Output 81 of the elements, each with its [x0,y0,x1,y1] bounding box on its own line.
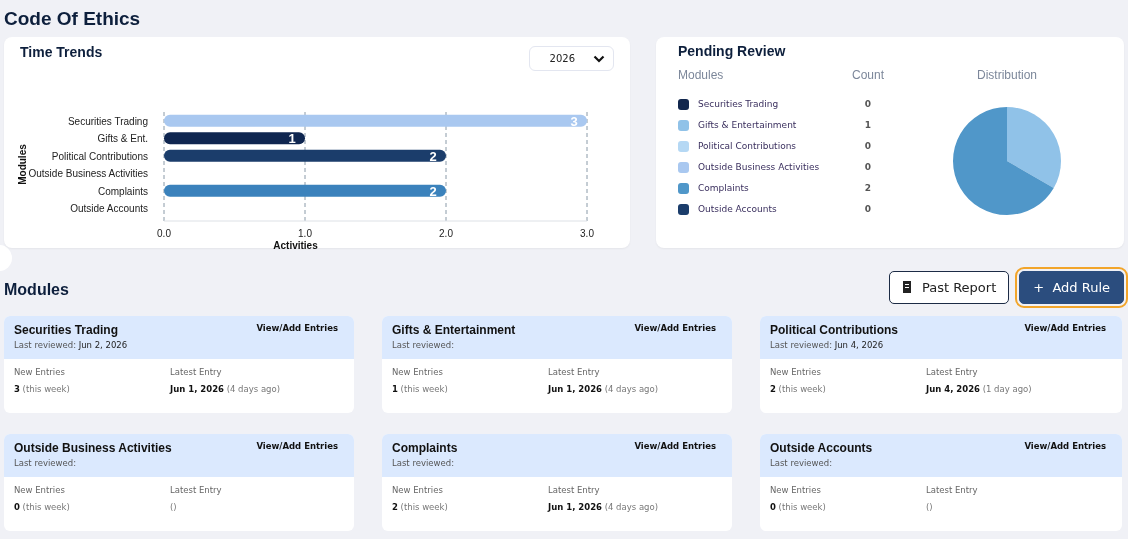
field-label: New Entries [770,367,822,377]
field-value: () [926,502,934,512]
field-label: Latest Entry [548,485,601,495]
count-value: 0 [863,161,873,174]
field-label: Latest Entry [926,485,978,495]
module-title: Outside Business Activities [14,441,172,455]
legend-label: Gifts & Entertainment [698,120,797,130]
section-title: Modules [4,280,69,299]
field-label: Latest Entry [170,485,222,495]
view-entries-link[interactable]: View/Add Entries [256,323,338,354]
view-entries-link[interactable]: View/Add Entries [1024,323,1106,354]
axis-title: Activities [273,240,318,249]
legend-label: Securities Trading [698,99,779,109]
last-reviewed: Last reviewed: Jun 4, 2026 [770,340,885,350]
card-title: Time Trends [20,44,103,60]
category-label: Outside Business Activities [28,168,148,180]
field-value: 2 (this week) [770,384,827,394]
last-reviewed: Last reviewed: [770,458,833,468]
column-header: Distribution [977,68,1037,82]
axis-title: Modules [17,144,28,185]
legend-label: Political Contributions [698,141,797,151]
document-icon [901,281,912,293]
report-button[interactable]: Past Report [888,270,1010,304]
value-label: 1 [288,131,296,147]
page-title: Code Of Ethics [4,7,142,31]
module-title: Gifts & Entertainment [392,323,516,337]
field-label: New Entries [14,367,66,377]
field-value: 3 (this week) [14,384,71,394]
view-entries-link[interactable]: View/Add Entries [1024,441,1106,472]
module-title: Political Contributions [770,323,898,337]
tick-label: 1.0 [298,228,312,239]
column-header: Count [851,68,885,82]
field-label: Latest Entry [170,367,223,377]
category-label: Gifts & Ent. [97,133,148,145]
category-label: Securities Trading [67,115,148,127]
card-title: Pending Review [678,43,787,59]
chevron-down-icon [593,54,605,63]
category-label: Outside Accounts [70,203,148,215]
last-reviewed: Last reviewed: [14,458,77,468]
view-entries-link[interactable]: View/Add Entries [634,441,716,472]
field-label: Latest Entry [926,367,979,377]
count-value: 1 [863,119,873,132]
tick-label: 2.0 [439,228,453,239]
category-label: Political Contributions [51,150,148,162]
last-reviewed: Last reviewed: Jun 2, 2026 [14,340,128,350]
count-value: 0 [863,98,873,111]
view-entries-link[interactable]: View/Add Entries [634,323,716,354]
view-entries-link[interactable]: View/Add Entries [256,441,338,472]
tick-label: 3.0 [580,228,594,239]
column-header: Modules [678,68,725,82]
field-value: 0 (this week) [770,502,827,512]
field-value: 0 (this week) [14,502,71,512]
legend-label: Complaints [698,183,749,193]
legend-label: Outside Accounts [698,204,777,214]
field-label: New Entries [14,485,66,495]
count-value: 2 [863,182,873,195]
field-value: 2 (this week) [392,502,449,512]
value-label: 3 [570,113,578,129]
field-value: Jun 4, 2026 (1 day ago) [926,384,1032,394]
field-value: () [170,502,178,512]
tick-label: 0.0 [157,228,171,239]
module-title: Complaints [392,441,458,455]
count-value: 0 [863,203,873,216]
last-reviewed: Last reviewed: [392,458,455,468]
count-value: 0 [863,140,873,153]
last-reviewed: Last reviewed: [392,340,455,350]
field-value: 1 (this week) [392,384,449,394]
field-value: Jun 1, 2026 (4 days ago) [548,384,658,394]
field-label: New Entries [392,485,444,495]
year-select[interactable]: 2026 [528,46,614,71]
field-value: Jun 1, 2026 (4 days ago) [548,502,658,512]
field-value: Jun 1, 2026 (4 days ago) [170,384,280,394]
category-label: Complaints [97,185,148,197]
field-label: Latest Entry [548,367,601,377]
legend-label: Outside Business Activities [698,162,820,172]
module-title: Securities Trading [14,323,120,337]
module-title: Outside Accounts [770,441,873,455]
value-label: 2 [429,148,437,164]
field-label: New Entries [392,367,444,377]
field-label: New Entries [770,485,822,495]
value-label: 2 [429,183,437,199]
